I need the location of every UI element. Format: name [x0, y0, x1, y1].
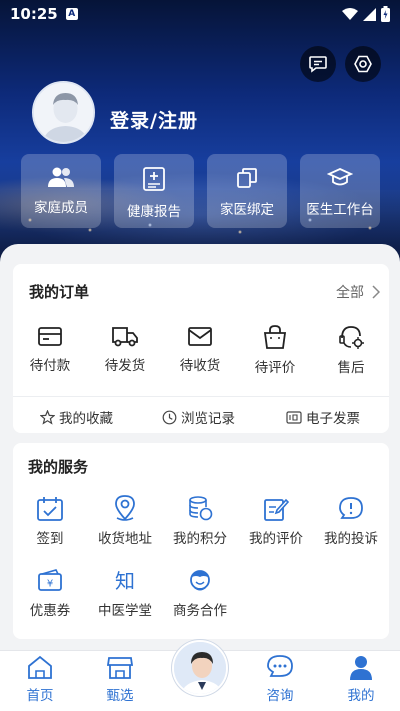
quick-label: 医生工作台: [306, 202, 374, 218]
service-label: 我的积分: [173, 531, 227, 547]
nav-label: 首页: [26, 688, 54, 704]
all-label: 全部: [336, 285, 364, 301]
order-pending-payment[interactable]: 待付款: [15, 324, 85, 374]
favorites-link[interactable]: 我的收藏: [40, 407, 113, 427]
coins-icon: [189, 496, 213, 521]
settings-button[interactable]: [345, 46, 381, 82]
quick-label: 健康报告: [127, 204, 181, 220]
bag-icon: [263, 325, 287, 349]
wallet-icon: [38, 327, 62, 346]
nav-label: 咨询: [266, 688, 294, 704]
service-complaints[interactable]: 我的投诉: [313, 496, 389, 547]
nav-mine[interactable]: 我的: [331, 654, 391, 704]
svg-text:¥: ¥: [47, 579, 53, 590]
service-points[interactable]: 我的积分: [162, 495, 238, 547]
status-bar: 10:25 A: [0, 0, 400, 28]
family-icon: [48, 167, 74, 187]
e-invoice-label: 电子发票: [306, 411, 360, 427]
service-label: 签到: [36, 531, 64, 547]
service-label: 商务合作: [173, 603, 227, 619]
service-tcm-school[interactable]: 知 中医学堂: [87, 568, 163, 619]
location-icon: [115, 495, 135, 521]
service-label: 收货地址: [98, 531, 152, 547]
order-after-sales[interactable]: 售后: [316, 324, 386, 376]
chevron-right-icon: [372, 285, 380, 299]
user-avatar[interactable]: [32, 81, 95, 144]
star-icon: [40, 409, 55, 425]
nav-label: 我的: [347, 688, 375, 704]
service-coupons[interactable]: ¥ 优惠券: [12, 568, 88, 619]
nav-label: 甄选: [106, 688, 134, 704]
battery-icon: [381, 6, 390, 22]
service-label: 中医学堂: [98, 603, 152, 619]
order-label: 待发货: [104, 358, 146, 374]
order-pending-review[interactable]: 待评价: [240, 324, 310, 376]
clock-icon: [162, 410, 177, 424]
bind-icon: [237, 168, 257, 188]
service-checkin[interactable]: 签到: [12, 496, 88, 547]
health-report-button[interactable]: 健康报告: [114, 154, 194, 228]
calendar-icon: [37, 497, 63, 521]
edit-icon: [264, 498, 289, 521]
nav-selection[interactable]: 甄选: [90, 654, 150, 704]
chat-icon: [267, 655, 293, 677]
doctor-workbench-button[interactable]: 医生工作台: [300, 154, 380, 228]
signal-icon: [363, 7, 376, 21]
order-pending-shipment[interactable]: 待发货: [90, 324, 160, 374]
doctor-hat-icon: [327, 168, 353, 186]
alert-icon: [339, 497, 363, 519]
envelope-icon: [188, 327, 212, 346]
settings-icon: [354, 55, 372, 73]
message-icon: [309, 56, 327, 73]
status-time: 10:25: [10, 5, 58, 23]
nav-doctor-avatar[interactable]: [172, 640, 228, 696]
order-label: 待付款: [29, 358, 71, 374]
order-label: 待收货: [179, 358, 221, 374]
quick-label: 家医绑定: [220, 202, 274, 218]
user-icon: [350, 656, 372, 680]
wifi-icon: [342, 7, 358, 20]
order-label: 售后: [337, 360, 365, 376]
services-title: 我的服务: [28, 458, 89, 476]
service-label: 我的投诉: [324, 531, 378, 547]
notification-a-icon: A: [65, 8, 78, 20]
service-label: 优惠券: [29, 603, 71, 619]
service-business[interactable]: 商务合作: [162, 568, 238, 619]
shop-icon: [106, 657, 134, 679]
history-link[interactable]: 浏览记录: [162, 407, 235, 427]
orders-all-link[interactable]: 全部: [336, 282, 380, 302]
login-register-link[interactable]: 登录/注册: [110, 106, 198, 133]
nav-home[interactable]: 首页: [10, 654, 70, 704]
home-icon: [28, 655, 52, 679]
truck-icon: [112, 327, 138, 347]
orders-divider: [13, 396, 389, 397]
service-label: 我的评价: [249, 531, 303, 547]
history-label: 浏览记录: [181, 411, 235, 427]
quick-label: 家庭成员: [34, 200, 88, 216]
favorites-label: 我的收藏: [59, 411, 113, 427]
profile-screen: 10:25 A 登录/注册 家庭成员 健康报告 家医绑定 医生工作台 我的订单 …: [0, 0, 400, 711]
service-icon: [339, 326, 364, 349]
family-doctor-bind-button[interactable]: 家医绑定: [207, 154, 287, 228]
invoice-icon: [286, 410, 302, 424]
message-button[interactable]: [300, 46, 336, 82]
orders-title: 我的订单: [29, 283, 90, 301]
family-members-button[interactable]: 家庭成员: [21, 154, 101, 228]
zhi-icon: 知: [115, 569, 135, 593]
report-icon: [143, 167, 165, 191]
nav-consult[interactable]: 咨询: [250, 654, 310, 704]
e-invoice-link[interactable]: 电子发票: [286, 407, 360, 427]
service-address[interactable]: 收货地址: [87, 494, 163, 547]
order-label: 待评价: [254, 360, 296, 376]
coupon-icon: ¥: [38, 569, 62, 591]
service-reviews[interactable]: 我的评价: [238, 496, 314, 547]
order-pending-receipt[interactable]: 待收货: [165, 324, 235, 374]
person-icon: [190, 570, 210, 591]
